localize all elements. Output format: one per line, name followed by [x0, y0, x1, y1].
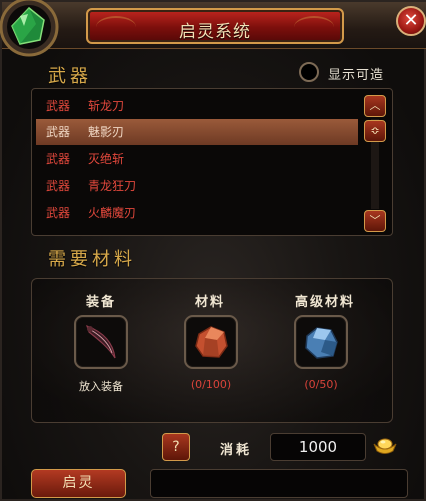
advanced-material-slot[interactable]: [294, 315, 348, 369]
item-name: 斩龙刀: [88, 99, 125, 113]
gold-ingot-icon: [373, 438, 397, 454]
title-bar: 启灵系统: [2, 2, 426, 49]
item-category: 武器: [46, 99, 71, 113]
chevron-down-icon: ﹀: [369, 214, 381, 227]
cost-label: 消耗: [220, 443, 253, 458]
equipment-caption: 放入装备: [79, 380, 123, 393]
scroll-up-button[interactable]: ︿: [364, 95, 386, 117]
emerald-gem-icon: [0, 0, 59, 57]
material-slot[interactable]: [184, 315, 238, 369]
material-header: 材料: [194, 295, 225, 310]
scroll-down-button[interactable]: ﹀: [364, 210, 386, 232]
material-count: (0/100): [190, 378, 232, 391]
weapon-section-title: 武器: [48, 66, 92, 87]
chevron-up-icon: ︿: [369, 99, 381, 112]
status-bar: [150, 469, 408, 498]
item-category: 武器: [46, 206, 71, 220]
help-button[interactable]: ?: [162, 433, 190, 461]
item-name: 火麟魔刃: [88, 206, 137, 220]
blade-icon: [86, 324, 116, 359]
close-icon: ✕: [403, 10, 419, 31]
item-category: 武器: [46, 179, 71, 193]
weapon-list-item-selected[interactable]: 武器 魅影刃: [36, 119, 358, 145]
weapon-list-item[interactable]: 武器 火麟魔刃: [36, 200, 358, 226]
blue-ore-icon: [305, 327, 338, 359]
scroll-thumb[interactable]: ≎: [364, 120, 386, 142]
show-craftable-label: 显示可造: [328, 68, 385, 83]
materials-section-title: 需要材料: [48, 249, 136, 270]
advanced-material-header: 高级材料: [294, 295, 355, 310]
item-name: 魅影刃: [88, 125, 125, 139]
weapon-list-item[interactable]: 武器 斩龙刀: [36, 93, 358, 119]
enlighten-panel: 启灵系统 ✕ 武器 显示可造 武器 斩龙刀 武器 魅影刃 武器 灭绝斩 武器 青…: [0, 0, 426, 501]
red-ore-icon: [195, 326, 228, 358]
item-category: 武器: [46, 152, 71, 166]
item-name: 青龙狂刀: [88, 179, 137, 193]
weapon-list-item[interactable]: 武器 青龙狂刀: [36, 173, 358, 199]
equipment-slot[interactable]: [74, 315, 128, 369]
title-plate: 启灵系统: [86, 8, 344, 44]
item-name: 灭绝斩: [88, 152, 125, 166]
enlighten-button[interactable]: 启灵: [31, 469, 126, 498]
equipment-header: 装备: [85, 295, 116, 310]
question-icon: ?: [172, 439, 180, 455]
close-button[interactable]: ✕: [396, 6, 426, 36]
scroll-thumb-icon: ≎: [370, 124, 380, 137]
weapon-list: 武器 斩龙刀 武器 魅影刃 武器 灭绝斩 武器 青龙狂刀 武器 火麟魔刃 ︿ ≎…: [31, 88, 393, 236]
window-title: 启灵系统: [179, 22, 251, 42]
weapon-list-item[interactable]: 武器 灭绝斩: [36, 146, 358, 172]
cost-value: 1000: [270, 433, 366, 461]
item-category: 武器: [46, 125, 71, 139]
show-craftable-checkbox[interactable]: [299, 62, 319, 82]
advanced-material-count: (0/50): [304, 378, 338, 391]
